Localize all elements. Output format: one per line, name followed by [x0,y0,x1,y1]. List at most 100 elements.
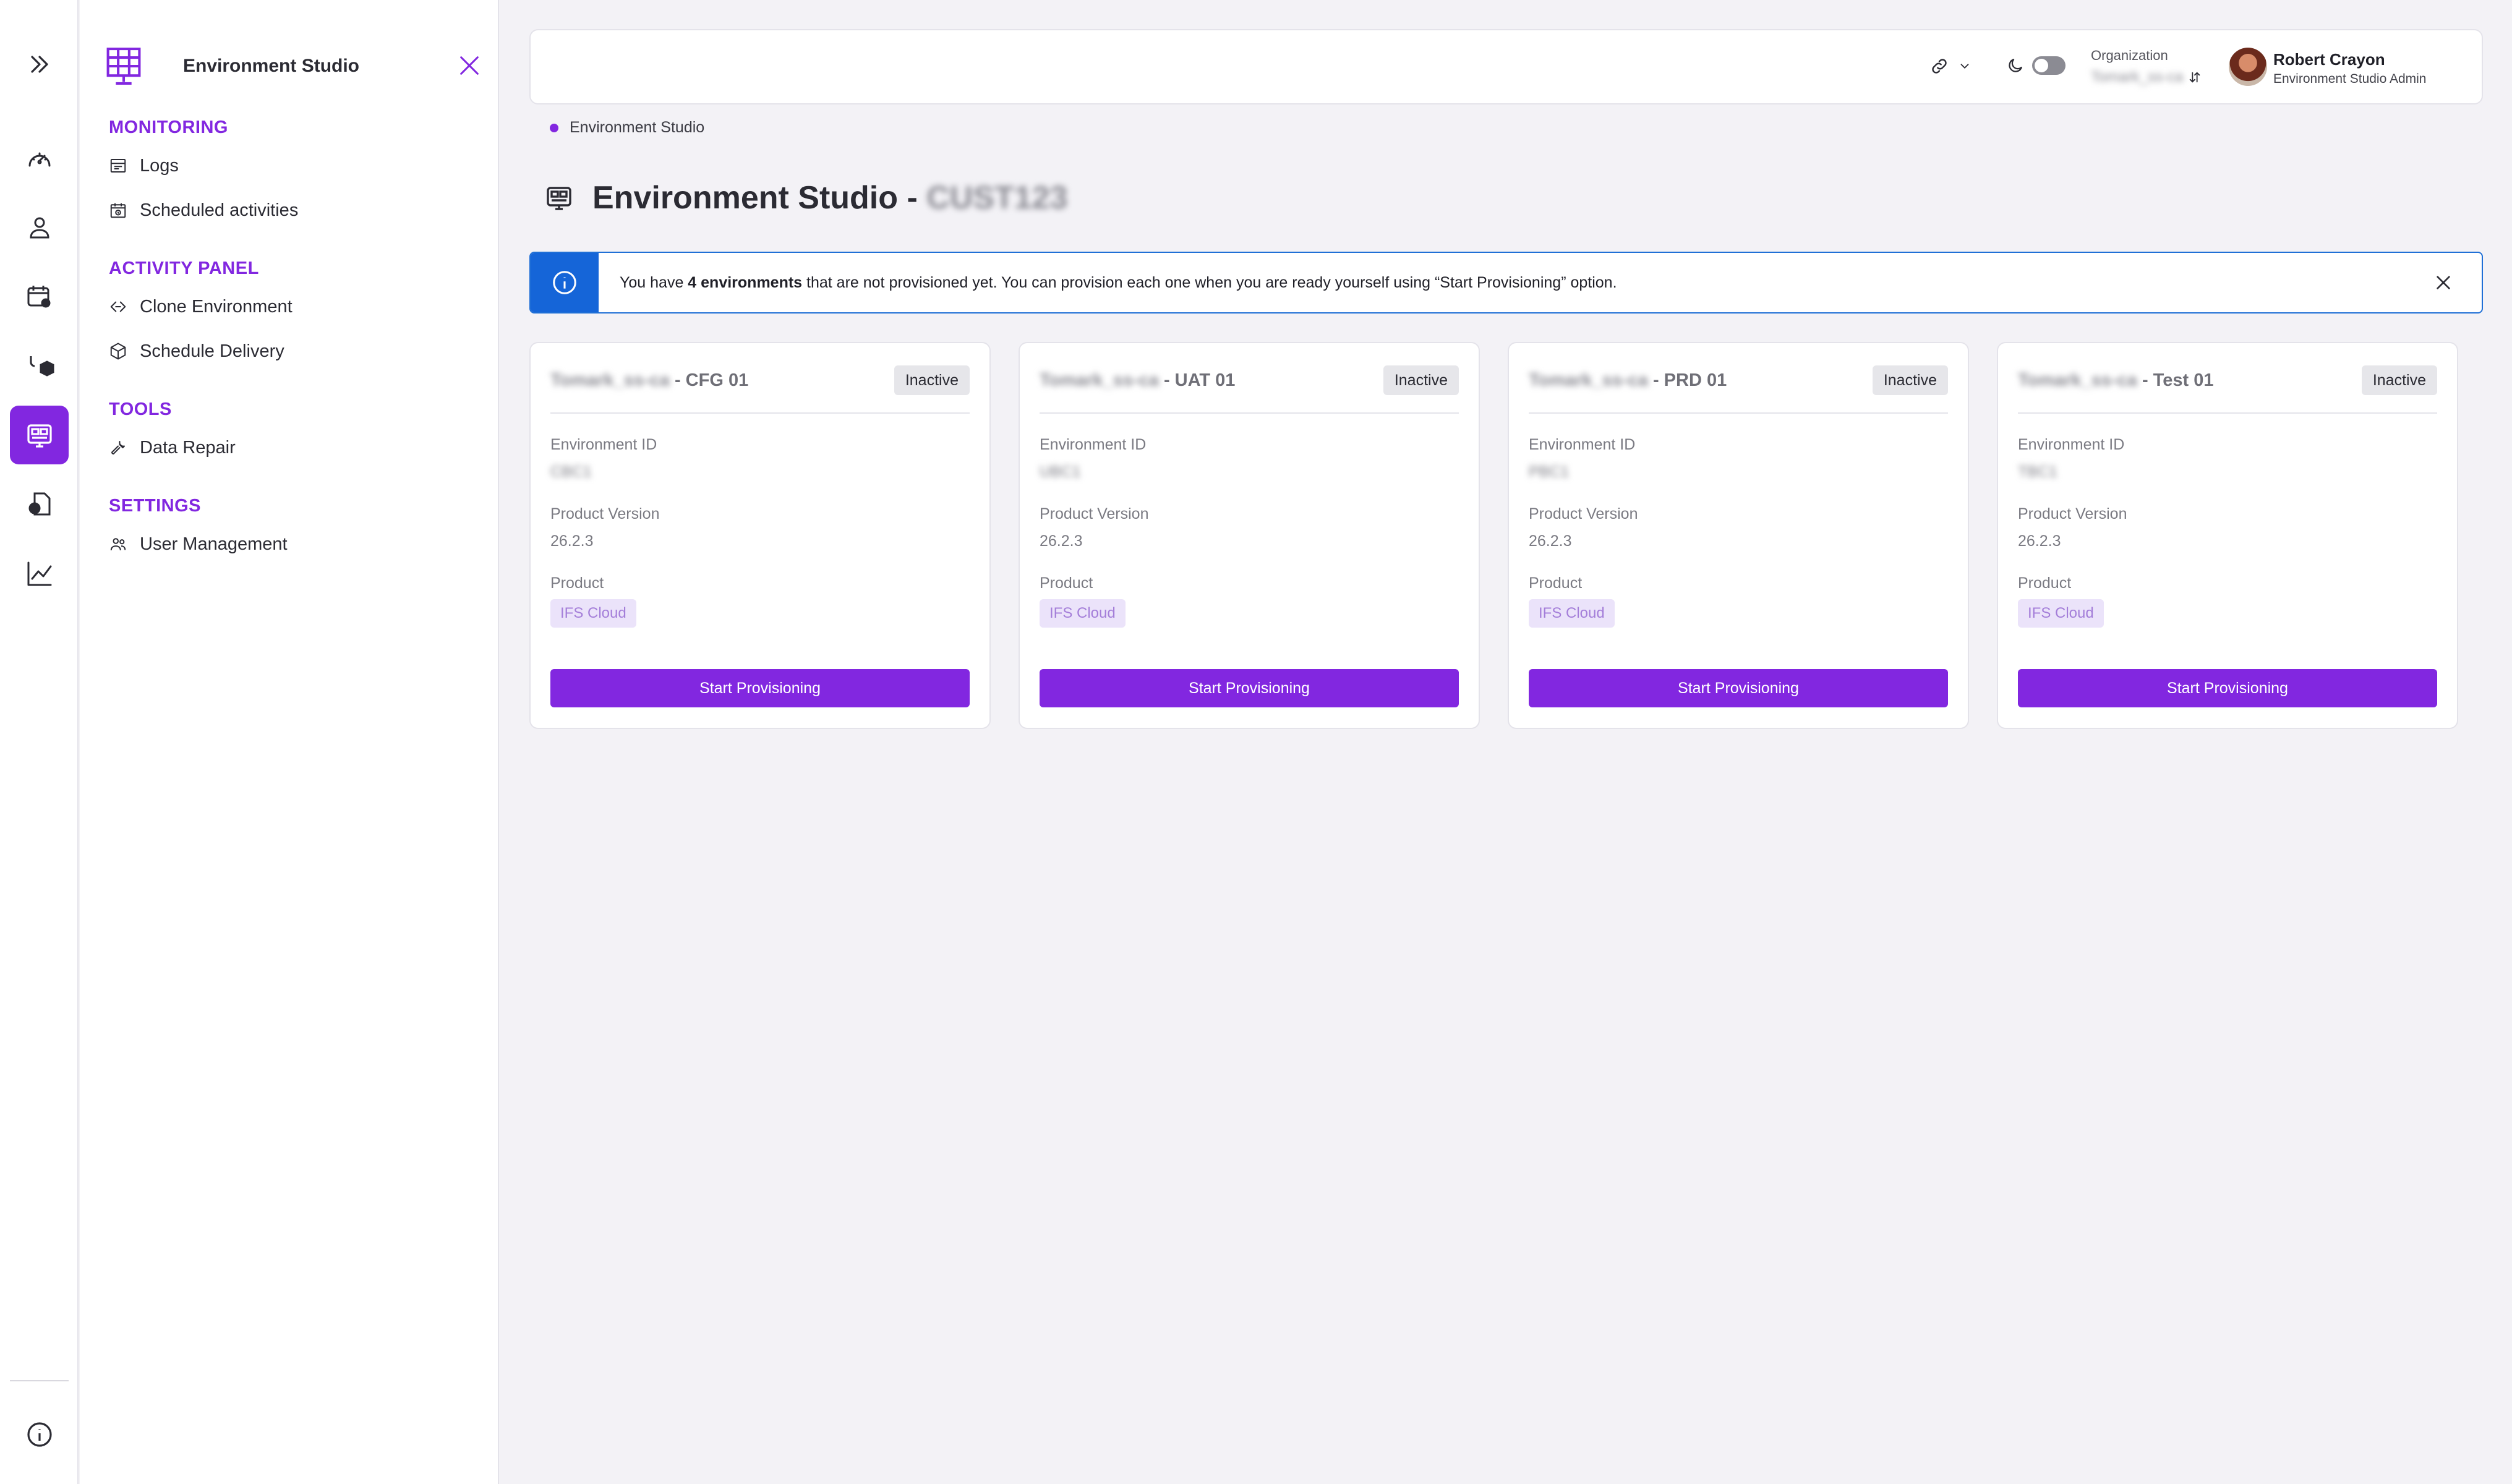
panel-title: Environment Studio [183,56,359,76]
status-badge: Inactive [1383,365,1459,395]
environment-prefix: Tomark_ss-ca [2018,370,2137,390]
environment-grid-icon [547,187,571,210]
environment-card: Tomark_ss-ca - Test 01 Inactive Environm… [1997,342,2458,729]
card-header: Tomark_ss-ca - UAT 01 Inactive [1040,365,1459,403]
panel-item-label: Clone Environment [140,296,293,317]
rail-item-analytics[interactable] [10,544,69,603]
dark-mode-switch[interactable] [2032,56,2066,75]
product-version-label: Product Version [1529,505,1638,522]
panel-item-logs[interactable]: Logs [109,150,179,181]
wrench-icon [111,441,125,454]
page-title-text: Environment Studio - CUST123 [592,179,1068,216]
panel-item-label: Schedule Delivery [140,341,284,361]
product-version-value: 26.2.3 [550,532,594,550]
panel-item-user-management[interactable]: User Management [109,529,288,560]
product-chip: IFS Cloud [2018,599,2104,628]
panel-item-label: Data Repair [140,437,236,458]
calendar-gear-icon [27,285,50,307]
section-settings: SETTINGS [109,496,202,516]
close-icon[interactable] [2433,273,2453,292]
status-badge: Inactive [1872,365,1948,395]
side-panel: Environment Studio MONITORING Logs Sched… [80,0,499,1484]
rail-item-dashboard[interactable] [10,130,69,189]
panel-item-scheduled-activities[interactable]: Scheduled activities [109,195,298,226]
link-icon [1932,59,1947,74]
environment-suffix: - UAT 01 [1158,370,1236,390]
organization-value: Tomark_ss-ca [2091,69,2202,86]
product-version-value: 26.2.3 [1040,532,1083,550]
page-title-customer: CUST123 [926,180,1068,216]
environment-id-value: TBC1 [2018,463,2057,480]
product-chip: IFS Cloud [1040,599,1126,628]
environment-card: Tomark_ss-ca - CFG 01 Inactive Environme… [529,342,991,729]
start-provisioning-button[interactable]: Start Provisioning [550,669,970,707]
start-provisioning-button[interactable]: Start Provisioning [1040,669,1459,707]
panel-item-label: User Management [140,534,288,554]
start-provisioning-button[interactable]: Start Provisioning [2018,669,2437,707]
expand-rail-button[interactable] [10,35,69,93]
info-icon [553,271,576,294]
theme-toggle[interactable] [2006,56,2066,75]
panel-item-data-repair[interactable]: Data Repair [109,432,236,463]
card-divider [1529,412,1948,414]
environment-id-value: CBC1 [550,463,592,480]
product-chip: IFS Cloud [1529,599,1615,628]
organization-label: Organization [2091,48,2168,63]
environment-id-label: Environment ID [1529,436,1636,453]
document-user-icon [28,492,50,515]
rail-item-schedule[interactable] [10,267,69,326]
deploy-package-icon [30,356,54,377]
rail-item-users[interactable] [10,198,69,257]
card-header: Tomark_ss-ca - PRD 01 Inactive [1529,365,1948,403]
banner-text-bold: 4 environments [688,274,803,291]
panel-header: Environment Studio [105,43,482,87]
calendar-clock-icon [110,203,126,218]
card-header: Tomark_ss-ca - Test 01 Inactive [2018,365,2437,403]
product-version-label: Product Version [2018,505,2127,522]
product-label: Product [2018,574,2072,592]
organization-selector[interactable]: Organization Tomark_ss-ca [2091,48,2202,86]
environment-suffix: - Test 01 [2137,370,2214,390]
breadcrumb-dot-icon [550,123,558,132]
environment-id-label: Environment ID [2018,436,2125,453]
section-monitoring: MONITORING [109,117,228,137]
environment-id-value: UBC1 [1040,463,1081,480]
environment-prefix: Tomark_ss-ca [550,370,670,390]
avatar[interactable] [2229,48,2267,86]
package-icon [110,343,126,360]
product-label: Product [1040,574,1093,592]
environment-suffix: - CFG 01 [669,370,749,390]
product-version-label: Product Version [1040,505,1149,522]
rail-item-documents[interactable] [10,475,69,534]
panel-item-clone-environment[interactable]: Clone Environment [109,291,293,322]
moon-icon [2009,58,2023,72]
environment-name: Tomark_ss-ca - Test 01 [2018,370,2213,391]
icon-rail [0,0,79,1484]
double-chevron-right-icon [30,55,48,73]
breadcrumb-current[interactable]: Environment Studio [570,119,704,137]
section-activity-panel: ACTIVITY PANEL [109,258,259,278]
rail-item-info[interactable] [10,1405,69,1464]
close-icon[interactable] [457,53,482,78]
product-version-value: 26.2.3 [2018,532,2061,550]
rail-item-environment-studio[interactable] [10,406,69,464]
product-chip: IFS Cloud [550,599,636,628]
user-icon [29,217,49,238]
breadcrumb: Environment Studio [550,119,704,137]
environment-card: Tomark_ss-ca - UAT 01 Inactive Environme… [1019,342,1480,729]
user-info[interactable]: Robert Crayon Environment Studio Admin [2273,50,2426,87]
line-chart-icon [27,561,51,586]
link-menu-button[interactable] [1929,56,1972,76]
banner-text-pre: You have [620,274,688,291]
environment-id-label: Environment ID [1040,436,1147,453]
panel-item-schedule-delivery[interactable]: Schedule Delivery [109,336,284,367]
rail-item-deploy[interactable] [10,336,69,395]
environment-name: Tomark_ss-ca - PRD 01 [1529,370,1727,391]
status-badge: Inactive [894,365,970,395]
start-provisioning-button[interactable]: Start Provisioning [1529,669,1948,707]
info-icon [27,1422,52,1447]
banner-message: You have 4 environments that are not pro… [620,274,1617,292]
chevron-down-icon [1960,64,1969,69]
users-icon [110,538,126,551]
clone-arrows-icon [110,301,126,312]
